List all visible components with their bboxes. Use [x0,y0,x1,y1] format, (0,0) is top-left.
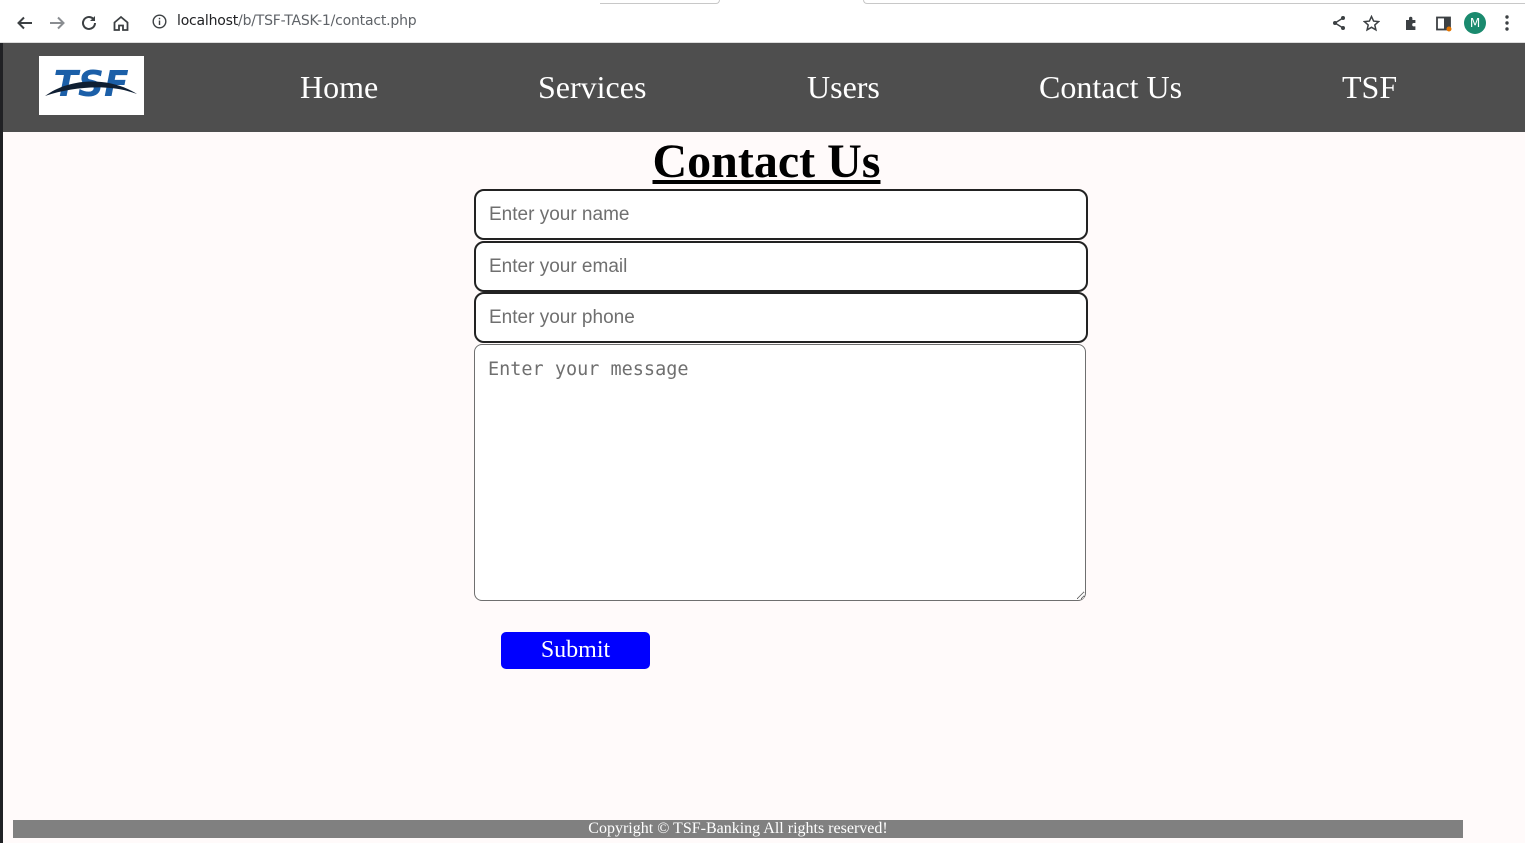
nav-link-tsf[interactable]: TSF [1342,69,1397,106]
info-icon[interactable] [152,14,167,34]
url-host: localhost [177,13,239,29]
message-textarea[interactable] [474,344,1086,601]
nav-link-home[interactable]: Home [300,69,378,106]
star-icon[interactable] [1359,11,1383,35]
nav-link-contact-us[interactable]: Contact Us [1039,69,1182,106]
nav-link-services[interactable]: Services [538,69,646,106]
forward-icon[interactable] [45,11,69,35]
profile-avatar[interactable]: M [1464,12,1486,34]
extensions-icon[interactable] [1399,11,1423,35]
back-icon[interactable] [13,11,37,35]
share-icon[interactable] [1327,11,1351,35]
tab-edge [600,0,720,4]
home-icon[interactable] [109,11,133,35]
site-navbar: TSF Home Services Users Contact Us TSF [3,43,1525,132]
browser-toolbar: localhost/b/TSF-TASK-1/contact.php M [0,0,1525,43]
page-title: Contact Us [652,135,881,188]
tsf-logo[interactable]: TSF [39,56,144,115]
menu-icon[interactable] [1495,11,1519,35]
name-input[interactable] [474,189,1088,240]
nav-link-users[interactable]: Users [807,69,880,106]
email-input[interactable] [474,241,1088,292]
reload-icon[interactable] [77,11,101,35]
phone-input[interactable] [474,292,1088,343]
footer-copyright: Copyright © TSF-Banking All rights reser… [13,820,1463,838]
submit-button[interactable]: Submit [501,632,650,669]
url-path: /b/TSF-TASK-1/contact.php [238,13,417,29]
side-panel-icon[interactable] [1431,11,1455,35]
url-text[interactable]: localhost/b/TSF-TASK-1/contact.php [177,13,417,29]
tab-edge [863,0,1525,4]
